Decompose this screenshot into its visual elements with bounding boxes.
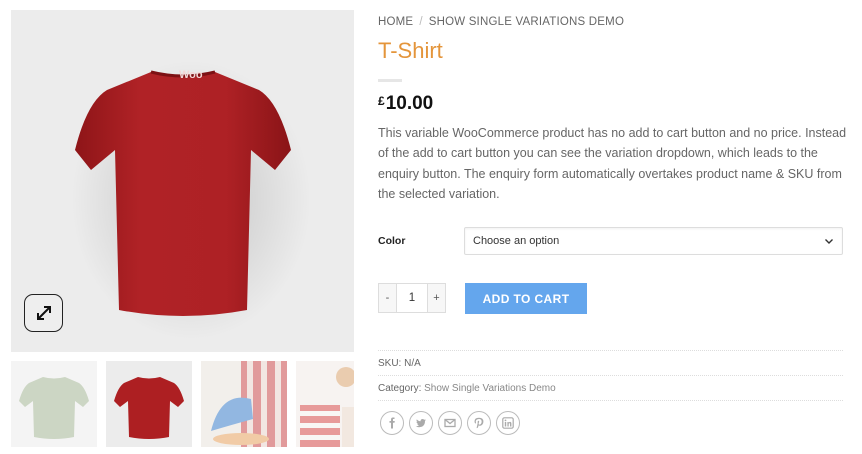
meta-divider-bottom bbox=[378, 400, 843, 401]
pinterest-icon[interactable] bbox=[467, 411, 491, 435]
color-label: Color bbox=[378, 235, 406, 247]
clothes-rack-image bbox=[296, 361, 354, 447]
meta-divider-top bbox=[378, 350, 843, 351]
quantity-minus-button[interactable]: - bbox=[378, 283, 397, 313]
thumbnail-green-tshirt[interactable] bbox=[11, 361, 97, 447]
price-currency: £ bbox=[378, 94, 385, 108]
breadcrumb: Home / Show Single Variations Demo bbox=[378, 16, 624, 28]
category-link[interactable]: Show Single Variations Demo bbox=[424, 383, 556, 394]
quantity-plus-button[interactable]: + bbox=[427, 283, 446, 313]
category-label: Category: bbox=[378, 383, 422, 394]
product-main-image[interactable]: Woo bbox=[11, 10, 354, 352]
linkedin-icon[interactable] bbox=[496, 411, 520, 435]
add-to-cart-button[interactable]: Add to cart bbox=[465, 283, 587, 314]
green-tshirt-image bbox=[19, 377, 89, 439]
expand-image-button[interactable] bbox=[24, 294, 63, 332]
thumbnail-clothes-rack-photo[interactable] bbox=[296, 361, 354, 447]
product-sku: SKU: N/A bbox=[378, 358, 421, 369]
price-amount: 10.00 bbox=[385, 93, 434, 114]
sku-label: SKU: bbox=[378, 358, 402, 369]
thumbnail-ironing-photo[interactable] bbox=[201, 361, 287, 447]
woo-logo: Woo bbox=[179, 69, 203, 81]
expand-icon bbox=[36, 306, 51, 320]
sku-value: N/A bbox=[404, 358, 421, 369]
breadcrumb-category-link[interactable]: Show Single Variations Demo bbox=[429, 16, 624, 28]
thumbnail-strip bbox=[11, 361, 354, 447]
twitter-icon[interactable] bbox=[409, 411, 433, 435]
product-price: £10.00 bbox=[378, 93, 433, 115]
email-icon[interactable] bbox=[438, 411, 462, 435]
breadcrumb-home-link[interactable]: Home bbox=[378, 16, 413, 28]
color-select[interactable]: Choose an option bbox=[464, 227, 843, 255]
quantity-input[interactable]: 1 bbox=[397, 283, 427, 313]
color-select-value: Choose an option bbox=[473, 235, 560, 247]
facebook-icon[interactable] bbox=[380, 411, 404, 435]
product-category: Category: Show Single Variations Demo bbox=[378, 383, 556, 394]
meta-divider-middle bbox=[378, 375, 843, 376]
product-description: This variable WooCommerce product has no… bbox=[378, 126, 847, 201]
quantity-stepper: - 1 + bbox=[378, 283, 446, 313]
ironing-photo-image bbox=[211, 361, 287, 447]
red-tshirt-image bbox=[114, 377, 184, 439]
product-title: T-Shirt bbox=[378, 38, 443, 63]
thumbnail-red-tshirt[interactable] bbox=[106, 361, 192, 447]
title-divider bbox=[378, 79, 402, 82]
share-icons bbox=[380, 411, 520, 435]
breadcrumb-separator: / bbox=[419, 16, 423, 28]
chevron-down-icon bbox=[825, 239, 833, 244]
